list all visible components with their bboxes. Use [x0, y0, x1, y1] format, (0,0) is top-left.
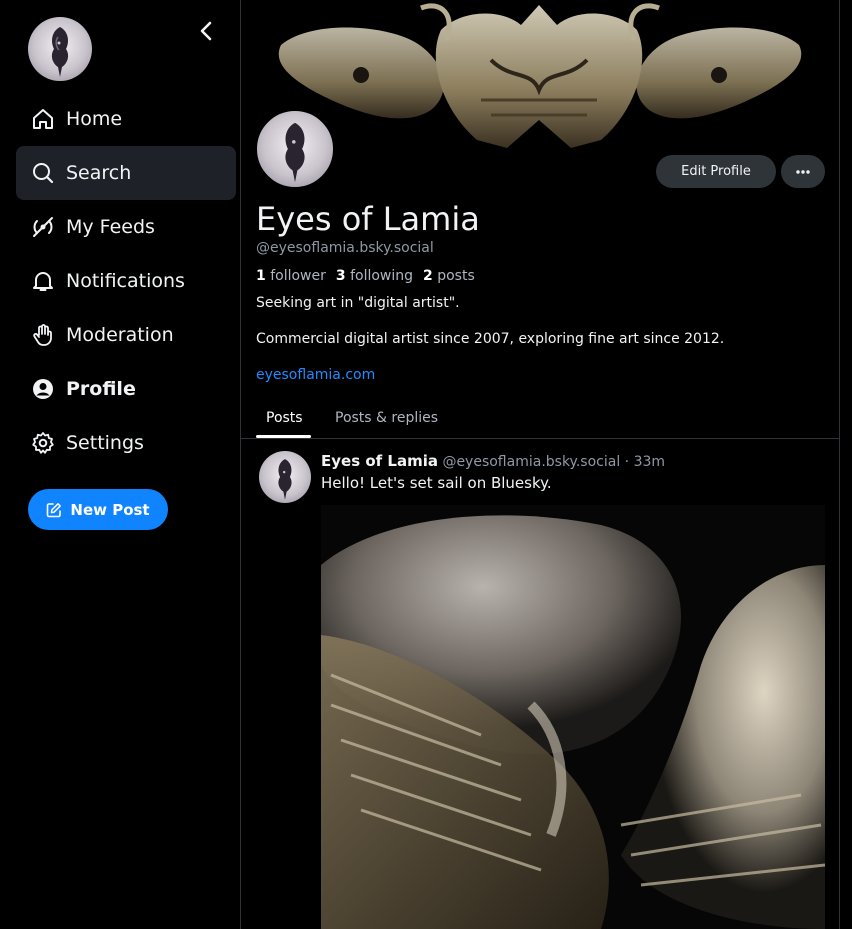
following-label: following [350, 268, 414, 284]
posts-label: posts [437, 268, 475, 284]
post-author-handle[interactable]: @eyesoflamia.bsky.social [442, 454, 620, 470]
profile-handle: @eyesoflamia.bsky.social [256, 240, 434, 256]
following-count: 3 [335, 268, 346, 284]
search-icon [30, 160, 56, 186]
post-artwork [321, 505, 825, 929]
profile-banner[interactable] [241, 0, 839, 150]
nav-item-moderation[interactable]: Moderation [16, 308, 236, 362]
compose-icon [47, 502, 62, 517]
nav-label: Moderation [66, 324, 174, 346]
chevron-left-icon [200, 21, 212, 41]
ellipsis-icon [796, 169, 810, 174]
left-sidebar: Home Search My Feeds Notifications Moder… [0, 0, 240, 929]
feed-post[interactable]: Eyes of Lamia @eyesoflamia.bsky.social ·… [241, 440, 839, 929]
tab-posts[interactable]: Posts [266, 396, 303, 439]
avatar-art [285, 122, 305, 183]
feeds-icon [30, 214, 56, 240]
post-image[interactable] [321, 505, 825, 929]
profile-bio-line: Seeking art in "digital artist". [256, 295, 460, 311]
main-nav: Home Search My Feeds Notifications Moder… [16, 92, 236, 470]
edit-profile-button[interactable]: Edit Profile [656, 155, 776, 188]
nav-item-search[interactable]: Search [16, 146, 236, 200]
profile-bio-line: Commercial digital artist since 2007, ex… [256, 331, 725, 347]
nav-label: Settings [66, 432, 144, 454]
post-author-avatar[interactable] [259, 451, 311, 503]
home-icon [30, 106, 56, 132]
bell-icon [30, 268, 56, 294]
nav-item-home[interactable]: Home [16, 92, 236, 146]
nav-label: Search [66, 162, 132, 184]
following-stat[interactable]: 3 following [336, 268, 413, 284]
post-text: Hello! Let's set sail on Bluesky. [321, 474, 552, 492]
nav-item-settings[interactable]: Settings [16, 416, 236, 470]
post-header: Eyes of Lamia @eyesoflamia.bsky.social ·… [321, 452, 665, 470]
followers-label: follower [270, 268, 326, 284]
hand-icon [30, 322, 56, 348]
new-post-label: New Post [70, 500, 150, 519]
avatar-art [278, 459, 292, 500]
posts-count: 2 [423, 268, 433, 284]
avatar[interactable] [28, 17, 92, 81]
followers-stat[interactable]: 1 follower [256, 268, 326, 284]
post-author-name[interactable]: Eyes of Lamia [321, 452, 438, 470]
more-options-button[interactable] [781, 155, 825, 188]
scrollbar[interactable] [846, 0, 852, 929]
posts-stat: 2 posts [423, 268, 475, 284]
profile-display-name: Eyes of Lamia [256, 200, 480, 238]
nav-label: My Feeds [66, 216, 155, 238]
profile-website-link[interactable]: eyesoflamia.com [256, 367, 375, 383]
profile-column: Edit Profile Eyes of Lamia @eyesoflamia.… [240, 0, 840, 929]
active-tab-indicator [256, 435, 311, 438]
followers-count: 1 [256, 268, 266, 284]
gear-icon [30, 430, 56, 456]
nav-label: Profile [66, 378, 136, 400]
user-circle-icon [30, 376, 56, 402]
new-post-button[interactable]: New Post [28, 489, 168, 530]
profile-avatar[interactable] [255, 109, 335, 189]
nav-label: Home [66, 108, 123, 130]
post-timestamp[interactable]: · 33m [625, 454, 665, 470]
nav-item-profile[interactable]: Profile [16, 362, 236, 416]
nav-label: Notifications [66, 270, 185, 292]
nav-item-notifications[interactable]: Notifications [16, 254, 236, 308]
nav-item-feeds[interactable]: My Feeds [16, 200, 236, 254]
banner-art [278, 3, 802, 148]
tab-posts-and-replies[interactable]: Posts & replies [335, 396, 438, 439]
profile-stats: 1 follower 3 following 2 posts [256, 268, 475, 284]
avatar-art [51, 27, 69, 77]
profile-tabs: Posts Posts & replies [241, 396, 839, 439]
collapse-sidebar-button[interactable] [192, 17, 220, 45]
